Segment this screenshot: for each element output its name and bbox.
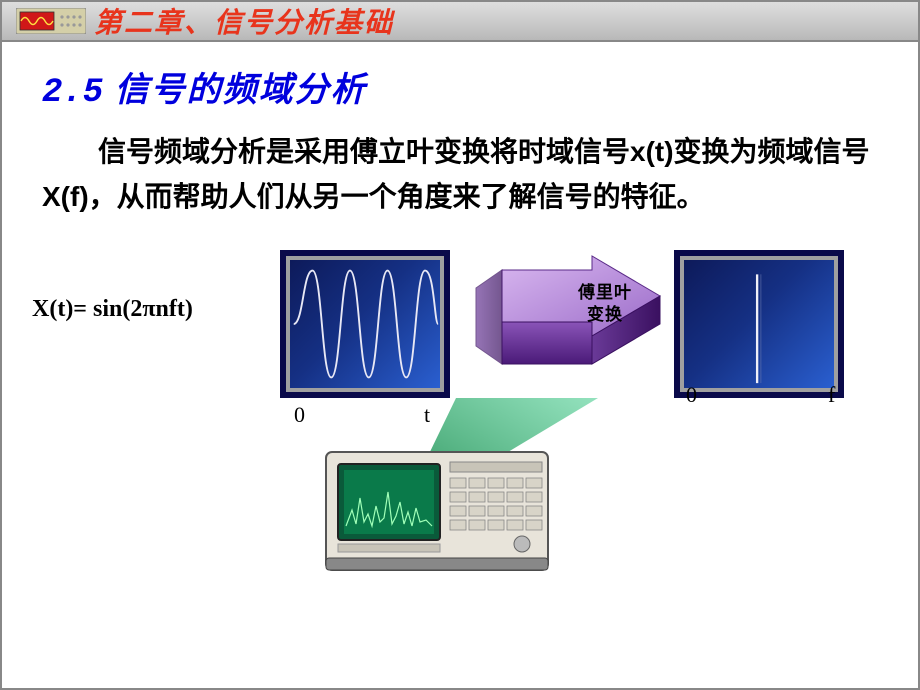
arrow-label-line2: 变换 [587,305,623,324]
time-domain-panel [280,250,450,398]
section-heading: 2.5 信号的频域分析 [42,62,878,112]
freq-domain-plot [684,260,834,388]
freq-zero-label: 0 [686,382,697,408]
section-body: 信号频域分析是采用傅立叶变换将时域信号x(t)变换为频域信号X(f)，从而帮助人… [42,130,878,220]
spectrum-analyzer-icon [322,448,552,578]
slide-frame: 第二章、信号分析基础 2.5 信号的频域分析 信号频域分析是采用傅立叶变换将时域… [0,0,920,690]
fourier-arrow: 傅里叶 变换 [474,252,662,382]
slide-content: 2.5 信号的频域分析 信号频域分析是采用傅立叶变换将时域信号x(t)变换为频域… [2,42,918,688]
chapter-title: 第二章、信号分析基础 [94,1,394,41]
section-title: 信号的频域分析 [115,71,367,109]
time-domain-plot [290,260,440,388]
freq-domain-panel [674,250,844,398]
title-bar: 第二章、信号分析基础 [2,2,918,42]
section-number: 2.5 [42,74,103,112]
time-zero-label: 0 [294,402,305,428]
arrow-label: 傅里叶 变换 [578,282,632,326]
oscilloscope-icon [16,8,86,34]
arrow-label-line1: 傅里叶 [578,283,632,302]
diagram-area: X(t)= sin(2πnft) 0 t [42,250,878,590]
formula-text: X(t)= sin(2πnft) [32,296,193,323]
freq-axis-label: f [828,382,835,408]
